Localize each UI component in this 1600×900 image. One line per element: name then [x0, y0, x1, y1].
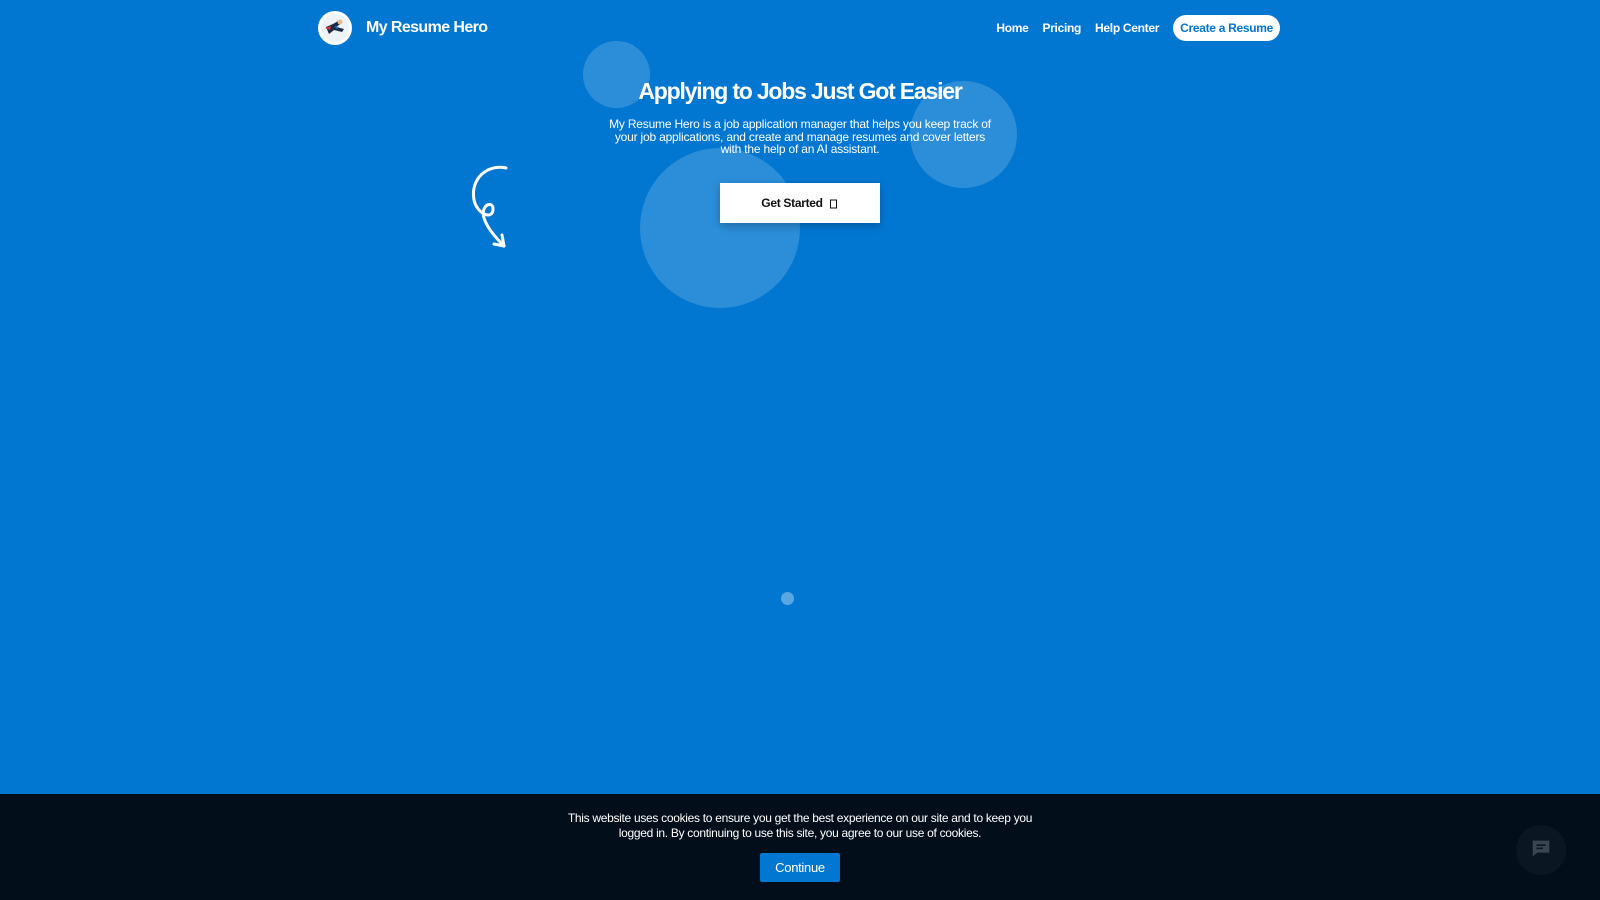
nav-home[interactable]: Home — [996, 21, 1028, 35]
site-header: My Resume Hero Home Pricing Help Center … — [318, 8, 1280, 48]
cookie-banner: This website uses cookies to ensure you … — [0, 794, 1600, 900]
create-resume-button[interactable]: Create a Resume — [1173, 15, 1280, 41]
brand-name: My Resume Hero — [366, 19, 488, 36]
cookie-text: This website uses cookies to ensure you … — [567, 811, 1033, 840]
arrow-right-icon — [829, 198, 839, 209]
superhero-logo-icon — [318, 11, 352, 45]
chat-bubble-icon — [1530, 837, 1552, 864]
decorative-bubble — [640, 148, 800, 308]
hero-description: My Resume Hero is a job application mana… — [609, 117, 991, 156]
get-started-label: Get Started — [761, 196, 823, 210]
nav-pricing[interactable]: Pricing — [1042, 21, 1081, 35]
continue-button[interactable]: Continue — [760, 853, 840, 882]
decorative-dot — [781, 592, 794, 605]
curly-arrow-icon — [468, 164, 520, 257]
chat-button[interactable] — [1516, 825, 1566, 875]
get-started-button[interactable]: Get Started — [720, 183, 880, 223]
nav-help-center[interactable]: Help Center — [1095, 21, 1159, 35]
main-nav: Home Pricing Help Center Create a Resume — [996, 15, 1280, 41]
hero-title: Applying to Jobs Just Got Easier — [638, 78, 962, 104]
brand[interactable]: My Resume Hero — [318, 11, 488, 45]
